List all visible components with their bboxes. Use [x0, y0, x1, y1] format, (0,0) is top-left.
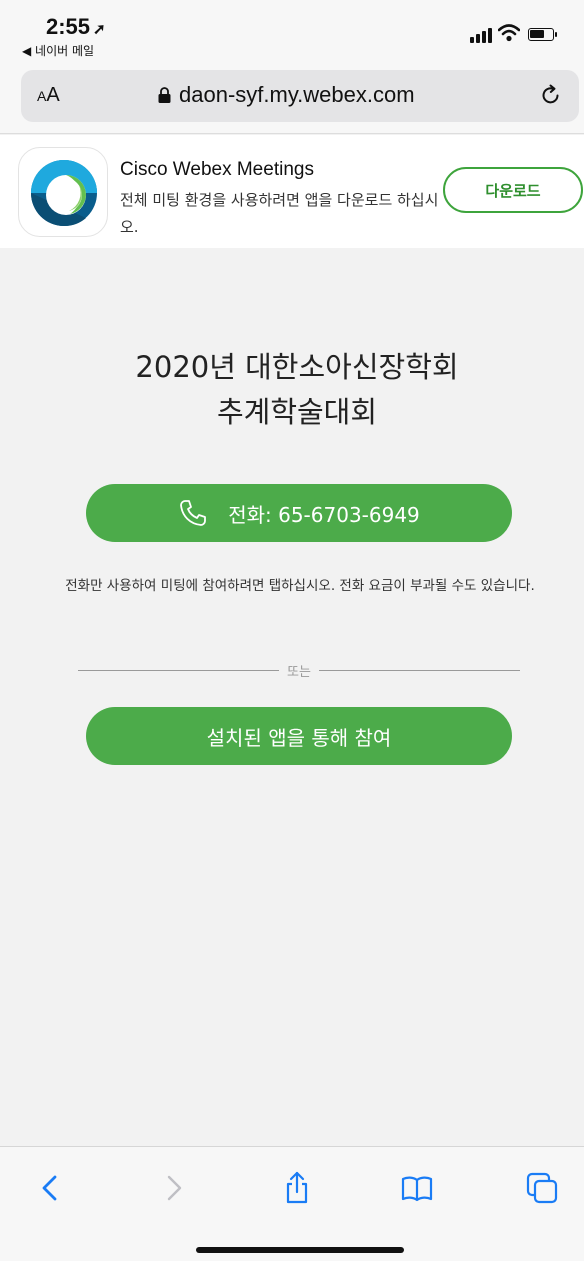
location-arrow-icon: ➚: [93, 21, 106, 38]
battery-icon: [528, 28, 557, 41]
or-divider: 또는: [78, 660, 521, 680]
address-bar[interactable]: AA daon-syf.my.webex.com: [21, 70, 579, 122]
phone-icon: [180, 500, 207, 526]
status-bar: 2:55 ➚ ◀ 네이버 메일: [0, 0, 584, 64]
app-name: Cisco Webex Meetings: [120, 159, 314, 180]
divider-line-left: [78, 669, 280, 671]
tabs-icon[interactable]: [525, 1171, 559, 1205]
meeting-title: 2020년 대한소아신장학회 추계학술대회: [0, 345, 584, 435]
text-size-large-a: A: [46, 84, 60, 106]
forward-icon[interactable]: [156, 1171, 190, 1205]
status-time-text: 2:55: [46, 14, 91, 39]
download-button[interactable]: 다운로드: [443, 167, 583, 213]
status-time: 2:55 ➚: [46, 14, 106, 40]
call-in-note: 전화만 사용하여 미팅에 참여하려면 탭하십시오. 전화 요금이 부과될 수도 …: [65, 578, 535, 594]
webex-logo-icon: [18, 147, 108, 237]
smart-app-banner: Cisco Webex Meetings 전체 미팅 환경을 사용하려면 앱을 …: [0, 135, 584, 248]
back-to-app-link[interactable]: ◀ 네이버 메일: [22, 42, 94, 59]
meeting-title-line2: 추계학술대회: [216, 395, 378, 429]
bookmarks-icon[interactable]: [400, 1171, 434, 1205]
url-text: daon-syf.my.webex.com: [179, 82, 415, 107]
browser-toolbar: [0, 1146, 584, 1261]
cellular-signal-icon: [470, 28, 492, 43]
lock-icon: [158, 87, 171, 103]
text-size-button[interactable]: AA: [37, 84, 60, 107]
wifi-icon: [498, 24, 520, 42]
app-description: 전체 미팅 환경을 사용하려면 앱을 다운로드 하십시오.: [120, 191, 439, 236]
reload-icon[interactable]: [539, 83, 563, 107]
join-via-app-button[interactable]: 설치된 앱을 통해 참여: [86, 707, 512, 765]
share-icon[interactable]: [280, 1171, 314, 1205]
home-indicator[interactable]: [196, 1247, 404, 1253]
text-size-small-a: A: [37, 88, 47, 104]
browser-address-area: AA daon-syf.my.webex.com: [0, 64, 584, 134]
meeting-title-line1: 2020년 대한소아신장학회: [135, 350, 459, 384]
call-in-button[interactable]: 전화: 65-6703-6949: [86, 484, 512, 542]
divider-line-right: [318, 669, 521, 671]
back-icon[interactable]: [34, 1171, 68, 1205]
or-label: 또는: [287, 664, 311, 680]
call-in-label: 전화: 65-6703-6949: [228, 502, 420, 527]
